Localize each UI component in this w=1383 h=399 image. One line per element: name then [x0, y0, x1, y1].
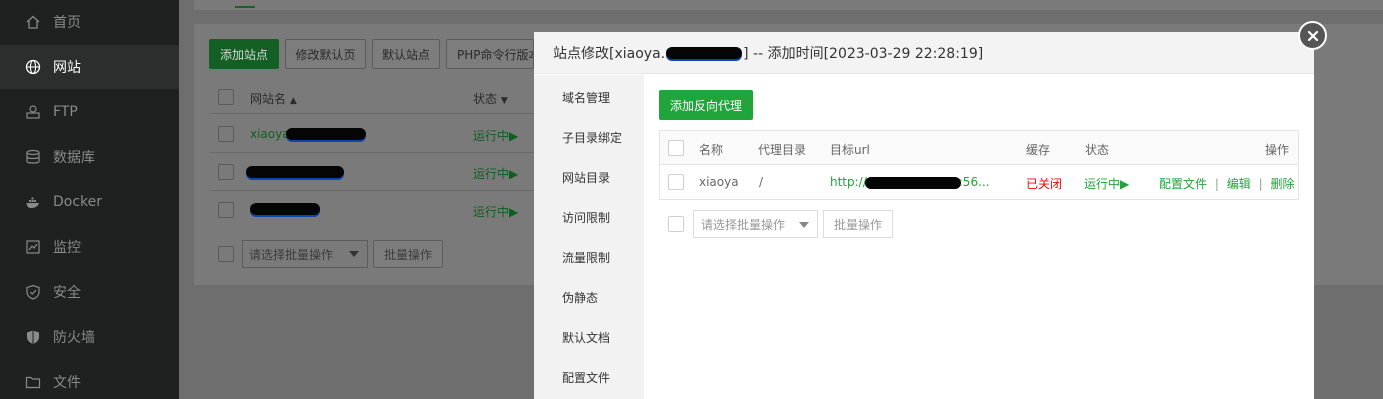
top-tab-card — [194, 0, 1383, 10]
sidebar-item-label: Docker — [53, 194, 103, 210]
batch-select-checkbox[interactable] — [668, 216, 684, 232]
menu-subdirectory-binding[interactable]: 子目录绑定 — [562, 129, 622, 146]
proxy-name: xiaoya — [699, 175, 739, 189]
delete-link[interactable]: 删除 — [1270, 177, 1294, 191]
site-name-link[interactable]: xiaoya — [250, 127, 290, 141]
action-separator: | — [1214, 177, 1219, 191]
chevron-down-icon — [349, 251, 359, 257]
row-divider — [210, 152, 540, 153]
menu-access-restriction[interactable]: 访问限制 — [562, 209, 610, 226]
sidebar-item-label: 监控 — [53, 240, 81, 256]
add-reverse-proxy-button[interactable]: 添加反向代理 — [659, 90, 753, 120]
column-header-status: 状态 — [1085, 143, 1110, 157]
database-icon — [25, 149, 41, 165]
sidebar-item-ftp[interactable]: FTP — [0, 90, 179, 134]
cache-status[interactable]: 已关闭 — [1026, 175, 1062, 192]
sidebar-item-label: 防火墙 — [53, 330, 95, 346]
row-divider — [210, 190, 540, 191]
docker-icon — [25, 194, 41, 210]
modal-title: 站点修改[xiaoya. ] -- 添加时间[2023-03-29 22:28:… — [534, 32, 1314, 74]
close-icon — [1307, 30, 1318, 41]
site-status[interactable]: 运行中▶ — [473, 165, 518, 182]
site-status[interactable]: 运行中▶ — [473, 127, 518, 144]
row-checkbox[interactable] — [218, 164, 234, 180]
menu-default-document[interactable]: 默认文档 — [562, 329, 610, 346]
menu-traffic-limit[interactable]: 流量限制 — [562, 249, 610, 266]
chevron-down-icon — [799, 222, 809, 228]
sidebar-item-label: FTP — [53, 104, 78, 120]
active-tab-indicator — [235, 6, 255, 8]
monitor-icon — [25, 239, 41, 255]
default-site-button[interactable]: 默认站点 — [372, 39, 440, 69]
sidebar-item-website[interactable]: 网站 — [0, 45, 179, 89]
menu-rewrite[interactable]: 伪静态 — [562, 289, 598, 306]
column-header-actions: 操作 — [1265, 143, 1290, 157]
home-icon — [25, 14, 41, 30]
sidebar-item-database[interactable]: 数据库 — [0, 135, 179, 179]
globe-icon — [25, 59, 41, 75]
sidebar-item-label: 安全 — [53, 285, 81, 301]
batch-operation-button[interactable]: 批量操作 — [823, 210, 893, 238]
config-file-link[interactable]: 配置文件 — [1159, 177, 1207, 191]
sidebar-item-monitor[interactable]: 监控 — [0, 225, 179, 269]
batch-select-checkbox[interactable] — [218, 246, 234, 262]
column-header-cache: 缓存 — [1026, 143, 1051, 157]
sidebar-item-home[interactable]: 首页 — [0, 0, 179, 44]
row-checkbox[interactable] — [218, 202, 234, 218]
target-url[interactable]: http://:56... — [830, 175, 990, 189]
column-header-name: 名称 — [699, 143, 724, 157]
menu-config-file[interactable]: 配置文件 — [562, 369, 610, 386]
column-header-proxy-dir: 代理目录 — [758, 143, 807, 157]
edit-default-page-button[interactable]: 修改默认页 — [285, 39, 366, 69]
column-header-target-url: 目标url — [830, 143, 870, 157]
row-checkbox[interactable] — [668, 174, 684, 190]
redacted-text — [864, 176, 961, 189]
add-site-button[interactable]: 添加站点 — [209, 39, 279, 69]
firewall-shield-icon — [25, 329, 41, 345]
redacted-text — [286, 128, 366, 140]
modal-side-menu: 域名管理 子目录绑定 网站目录 访问限制 流量限制 伪静态 默认文档 配置文件 — [534, 75, 644, 399]
column-header-status[interactable]: 状态 ▼ — [473, 90, 508, 107]
column-header-site-name[interactable]: 网站名 ▲ — [250, 90, 297, 107]
proxy-status[interactable]: 运行中▶ — [1084, 175, 1129, 192]
batch-operation-select[interactable]: 请选择批量操作 — [693, 210, 818, 238]
sidebar-item-files[interactable]: 文件 — [0, 360, 179, 399]
shield-check-icon — [25, 284, 41, 300]
sidebar: 首页 网站 FTP 数据库 Docker 监控 安全 防火墙 文件 — [0, 0, 179, 399]
menu-site-directory[interactable]: 网站目录 — [562, 169, 610, 186]
select-all-checkbox[interactable] — [218, 89, 234, 105]
ftp-icon — [25, 104, 41, 120]
site-edit-modal: 站点修改[xiaoya. ] -- 添加时间[2023-03-29 22:28:… — [534, 32, 1314, 399]
proxy-table-header — [660, 131, 1298, 165]
site-status[interactable]: 运行中▶ — [473, 203, 518, 220]
select-all-checkbox[interactable] — [668, 140, 684, 156]
php-cli-version-button[interactable]: PHP命令行版本 — [446, 39, 534, 69]
sidebar-item-label: 网站 — [53, 60, 81, 76]
sidebar-item-firewall[interactable]: 防火墙 — [0, 315, 179, 359]
folder-icon — [25, 374, 41, 390]
proxy-directory: / — [759, 175, 764, 189]
menu-domain-management[interactable]: 域名管理 — [562, 89, 610, 106]
close-modal-button[interactable] — [1298, 21, 1327, 50]
edit-link[interactable]: 编辑 — [1227, 177, 1251, 191]
batch-operation-button[interactable]: 批量操作 — [373, 240, 443, 268]
sidebar-item-label: 首页 — [53, 15, 81, 31]
sidebar-item-security[interactable]: 安全 — [0, 270, 179, 314]
redacted-text — [666, 46, 743, 59]
action-separator: | — [1258, 177, 1263, 191]
sidebar-item-label: 文件 — [53, 375, 81, 391]
redacted-text — [246, 166, 344, 178]
batch-operation-select[interactable]: 请选择批量操作 — [242, 240, 368, 268]
row-actions: 配置文件 | 编辑 | 删除 — [1159, 175, 1294, 192]
redacted-text — [250, 203, 320, 215]
sidebar-item-docker[interactable]: Docker — [0, 180, 179, 224]
row-checkbox[interactable] — [218, 126, 234, 142]
sidebar-item-label: 数据库 — [53, 150, 95, 166]
